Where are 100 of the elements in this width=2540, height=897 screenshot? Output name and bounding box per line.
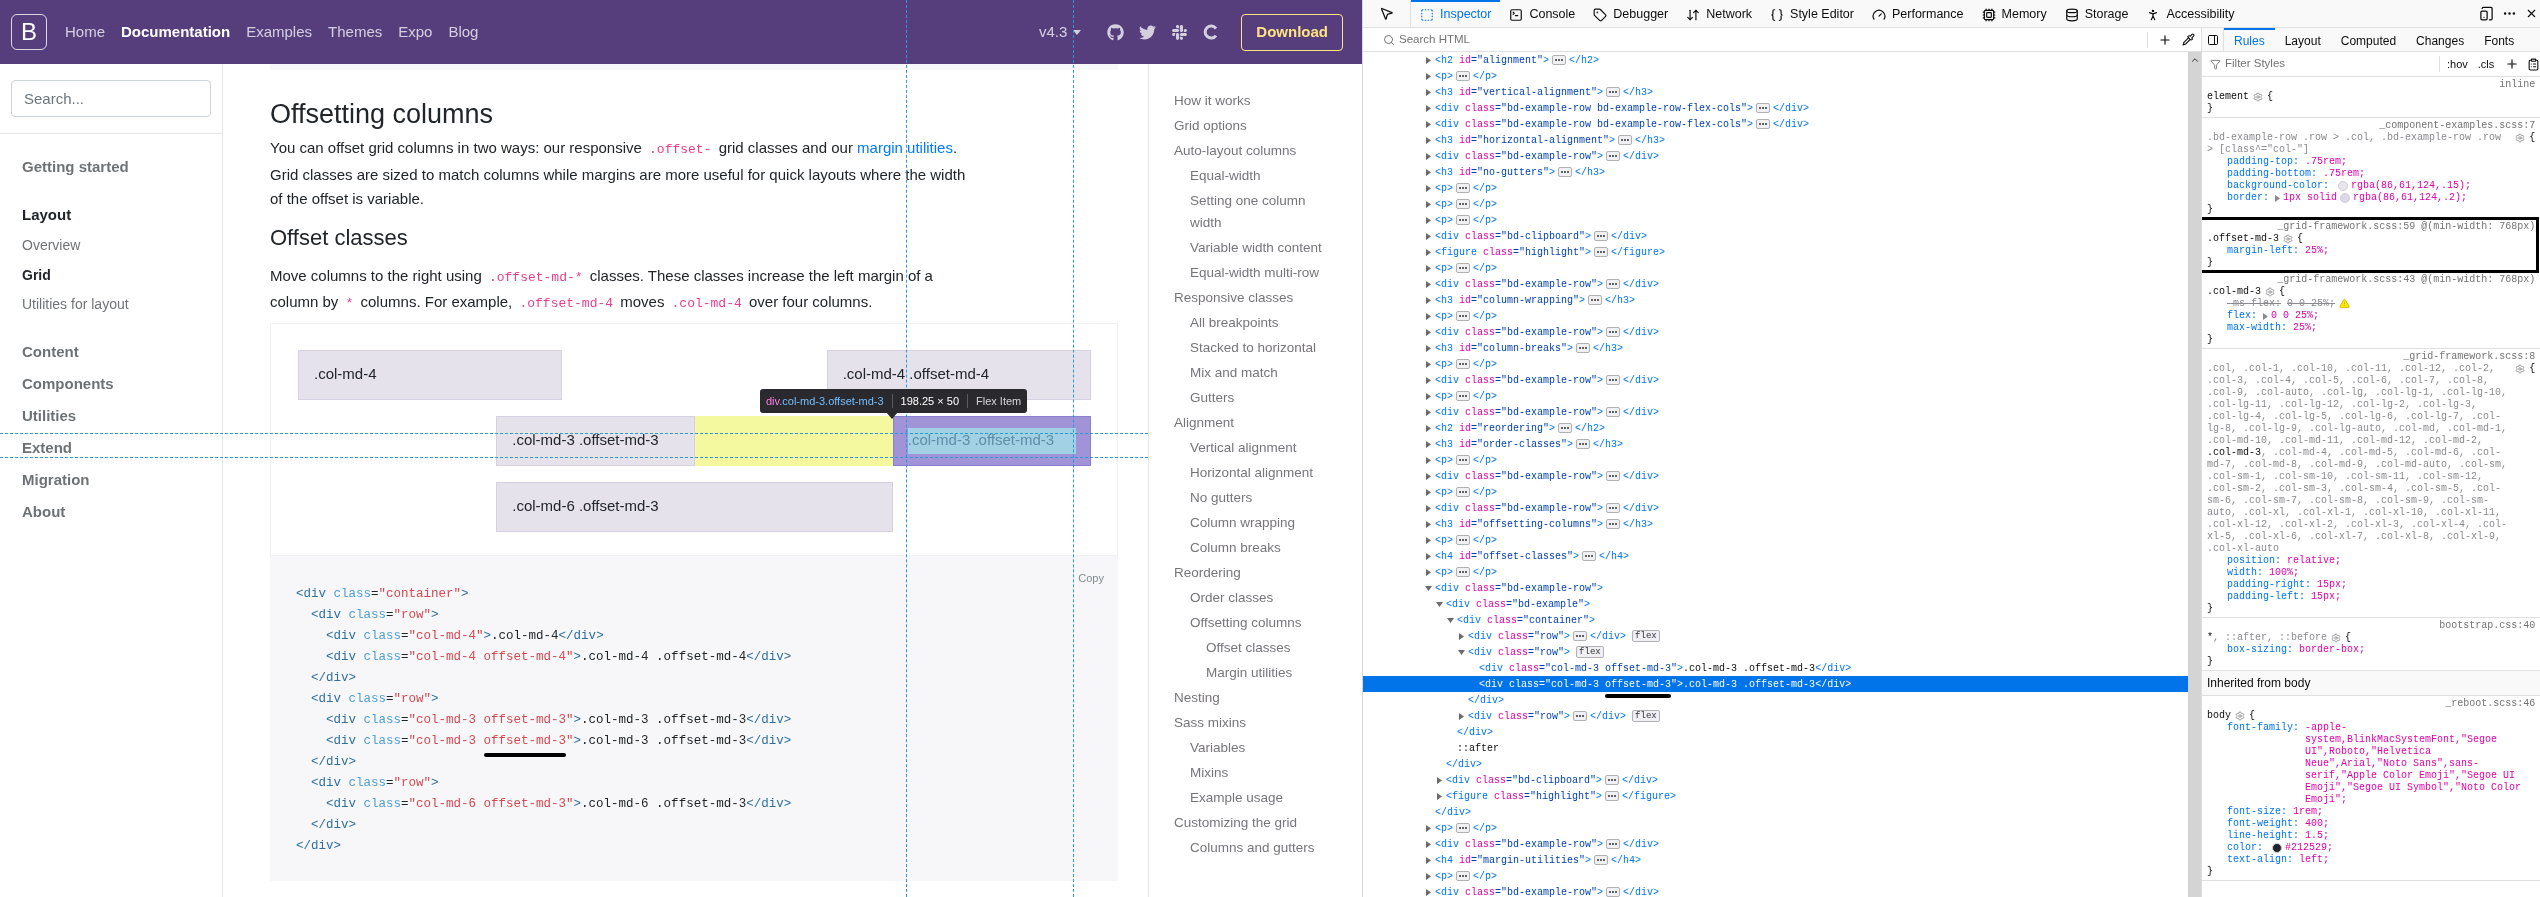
- triangle-right-icon[interactable]: [1425, 328, 1432, 336]
- triangle-right-icon[interactable]: [1425, 344, 1432, 352]
- flex-badge[interactable]: flex: [1576, 646, 1604, 658]
- property-value[interactable]: 25%;: [2305, 245, 2330, 257]
- ellipsis-badge[interactable]: [1456, 535, 1471, 545]
- tree-row[interactable]: <p> </p>: [1363, 308, 2188, 324]
- toc-link[interactable]: All breakpoints: [1190, 310, 1332, 335]
- devtools-tab[interactable]: Console: [1500, 0, 1585, 27]
- property-name[interactable]: background-color:: [2227, 180, 2330, 192]
- tree-row[interactable]: <div class="row"> flex: [1363, 644, 2188, 660]
- sidebar-section[interactable]: Extend: [22, 431, 200, 464]
- ellipsis-badge[interactable]: [1456, 391, 1471, 401]
- triangle-right-icon[interactable]: [1425, 264, 1432, 272]
- ellipsis-badge[interactable]: [1606, 503, 1621, 513]
- tree-row[interactable]: <p> </p>: [1363, 388, 2188, 404]
- ellipsis-badge[interactable]: [1558, 167, 1573, 177]
- hashtag-logo-icon[interactable]: [1171, 23, 1189, 41]
- triangle-right-icon[interactable]: [1425, 360, 1432, 368]
- toc-link[interactable]: Mixins: [1190, 760, 1332, 785]
- property-value[interactable]: 0 0 25%;: [2271, 310, 2320, 322]
- triangle-right-icon[interactable]: [1425, 888, 1432, 896]
- tree-row[interactable]: <h2 id="reordering"> </h2>: [1363, 420, 2188, 436]
- ellipsis-badge[interactable]: [1456, 183, 1471, 193]
- octocat-icon[interactable]: [1107, 23, 1125, 41]
- ellipsis-badge[interactable]: [1606, 375, 1621, 385]
- ellipsis-badge[interactable]: [1573, 711, 1588, 721]
- toc-link[interactable]: Stacked to horizontal: [1190, 335, 1332, 360]
- sidebar-section[interactable]: Layout: [22, 199, 200, 231]
- sidebar-section[interactable]: About: [22, 495, 200, 528]
- sidebar-tab[interactable]: Rules: [2224, 28, 2275, 51]
- property-value[interactable]: 15px;: [2317, 579, 2348, 591]
- property-value[interactable]: rgba(86,61,124,.2);: [2353, 192, 2468, 204]
- sidebar-tab[interactable]: Changes: [2406, 28, 2475, 51]
- color-swatch[interactable]: [2272, 843, 2282, 853]
- property-name[interactable]: margin-left:: [2227, 245, 2299, 257]
- triangle-right-icon[interactable]: [2263, 313, 2268, 320]
- ellipsis-badge[interactable]: [1606, 327, 1621, 337]
- triangle-right-icon[interactable]: [1425, 168, 1432, 176]
- devtools-tab[interactable]: Accessibility: [2137, 0, 2244, 27]
- ellipsis-badge[interactable]: [1456, 455, 1471, 465]
- toc-link[interactable]: Equal-width: [1190, 163, 1332, 188]
- triangle-right-icon[interactable]: [1425, 376, 1432, 384]
- ellipsis-badge[interactable]: [1756, 103, 1771, 113]
- toc-link[interactable]: No gutters: [1190, 485, 1332, 510]
- rule-source[interactable]: _reboot.scss:46: [2445, 698, 2536, 710]
- tree-row[interactable]: <figure class="highlight"> </figure>: [1363, 788, 2188, 804]
- tree-row[interactable]: <div class="col-md-3 offset-md-3">.col-md-3 .offset-md-3</div>: [1363, 660, 2188, 676]
- add-rule-icon[interactable]: [2505, 57, 2520, 71]
- triangle-right-icon[interactable]: [1425, 104, 1432, 112]
- toc-link[interactable]: Alignment: [1174, 410, 1316, 435]
- devtools-tab[interactable]: Memory: [1972, 0, 2056, 27]
- triangle-right-icon[interactable]: [1425, 856, 1432, 864]
- toc-link[interactable]: Variables: [1190, 735, 1332, 760]
- ellipsis-badge[interactable]: [1605, 775, 1620, 785]
- tree-row[interactable]: <div class="bd-example-row"> </div>: [1363, 500, 2188, 516]
- triangle-right-icon[interactable]: [1425, 408, 1432, 416]
- tree-row[interactable]: <p> </p>: [1363, 68, 2188, 84]
- property-name[interactable]: padding-bottom:: [2227, 168, 2317, 180]
- property-name[interactable]: flex:: [2227, 310, 2257, 322]
- tree-row[interactable]: <div class="container">: [1363, 612, 2188, 628]
- tree-row[interactable]: <h3 id="column-wrapping"> </h3>: [1363, 292, 2188, 308]
- property-value[interactable]: 15px;: [2311, 591, 2342, 603]
- tree-row[interactable]: <h3 id="offsetting-columns"> </h3>: [1363, 516, 2188, 532]
- ellipsis-badge[interactable]: [1456, 487, 1471, 497]
- rule-source[interactable]: _grid-framework.scss:8: [2403, 351, 2536, 363]
- ellipsis-badge[interactable]: [1606, 279, 1621, 289]
- ellipsis-badge[interactable]: [1456, 823, 1471, 833]
- triangle-right-icon[interactable]: [1425, 88, 1432, 96]
- property-value[interactable]: #212529;: [2285, 842, 2334, 854]
- tree-row[interactable]: ::after: [1363, 740, 2188, 756]
- search-field[interactable]: Search...: [11, 80, 211, 117]
- toc-link[interactable]: Offset classes: [1206, 635, 1348, 660]
- tree-row[interactable]: <div class="bd-example-row"> </div>: [1363, 468, 2188, 484]
- property-name[interactable]: color:: [2227, 842, 2263, 854]
- responsive-mode-icon[interactable]: [2479, 6, 2495, 21]
- property-name[interactable]: padding-left:: [2227, 591, 2305, 603]
- sidebar-section[interactable]: Getting started: [22, 151, 200, 183]
- property-value[interactable]: 1rem;: [2293, 806, 2324, 818]
- toc-link[interactable]: Horizontal alignment: [1190, 460, 1332, 485]
- triangle-down-icon[interactable]: [1436, 600, 1443, 608]
- triangle-down-icon[interactable]: [1458, 648, 1465, 656]
- toc-link[interactable]: Setting one column width: [1190, 188, 1332, 235]
- property-name[interactable]: font-weight:: [2227, 818, 2299, 830]
- tree-row[interactable]: <div class="bd-example-row">: [1363, 580, 2188, 596]
- ellipsis-badge[interactable]: [1456, 359, 1471, 369]
- sidebar-section[interactable]: Migration: [22, 463, 200, 496]
- tree-row[interactable]: <h3 id="no-gutters"> </h3>: [1363, 164, 2188, 180]
- property-name[interactable]: padding-top:: [2227, 156, 2299, 168]
- triangle-right-icon[interactable]: [1425, 216, 1432, 224]
- toc-link[interactable]: Mix and match: [1190, 360, 1332, 385]
- scroll-up-icon[interactable]: [2189, 55, 2200, 65]
- triangle-right-icon[interactable]: [1425, 152, 1432, 160]
- ellipsis-badge[interactable]: [1456, 71, 1471, 81]
- property-name[interactable]: padding-right:: [2227, 579, 2311, 591]
- tree-row[interactable]: <div class="bd-example-row"> </div>: [1363, 324, 2188, 340]
- property-value[interactable]: 25%;: [2293, 322, 2318, 334]
- triangle-right-icon[interactable]: [1425, 568, 1432, 576]
- toc-link[interactable]: Auto-layout columns: [1174, 138, 1316, 163]
- ellipsis-badge[interactable]: [1456, 263, 1471, 273]
- ellipsis-badge[interactable]: [1618, 135, 1633, 145]
